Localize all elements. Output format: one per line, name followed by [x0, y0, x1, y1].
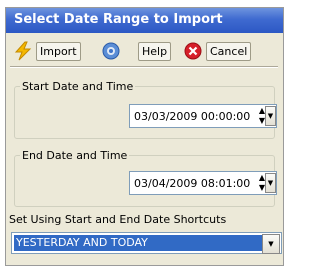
shortcuts-label: Set Using Start and End Date Shortcuts [7, 213, 229, 226]
help-button[interactable]: Help [100, 40, 173, 62]
shortcuts-dropdown-button[interactable]: ▼ [262, 234, 280, 254]
cancel-button[interactable]: Cancel [182, 40, 253, 62]
chevron-down-icon: ▼ [268, 240, 274, 248]
spin-down-icon[interactable]: ▼ [254, 116, 270, 126]
start-group-label: Start Date and Time [20, 80, 136, 93]
import-label: Import [36, 41, 81, 61]
end-datetime-field[interactable] [130, 174, 252, 192]
end-spinner[interactable]: ▲ ▼ [254, 173, 265, 193]
cancel-label: Cancel [206, 41, 252, 61]
window-title: Select Date Range to Import [14, 12, 223, 27]
cancel-icon [182, 40, 204, 62]
end-group-label: End Date and Time [20, 149, 130, 162]
toolbar-divider [10, 66, 278, 68]
help-label: Help [138, 41, 172, 61]
shortcuts-selected-value[interactable]: YESTERDAY AND TODAY [14, 235, 265, 251]
shortcuts-combo[interactable]: YESTERDAY AND TODAY ▼ [11, 232, 282, 254]
end-datetime-picker[interactable]: ▲ ▼ ▼ [129, 171, 277, 195]
help-icon [100, 40, 122, 62]
lightning-icon [12, 40, 34, 62]
import-button[interactable]: Import [12, 40, 83, 62]
start-datetime-picker[interactable]: ▲ ▼ ▼ [129, 104, 277, 128]
spin-down-icon[interactable]: ▼ [254, 183, 270, 193]
spin-up-icon[interactable]: ▲ [254, 106, 270, 116]
dialog-window: Select Date Range to Import Import Help [5, 7, 284, 266]
title-bar[interactable]: Select Date Range to Import [6, 8, 283, 33]
start-datetime-field[interactable] [130, 107, 252, 125]
start-spinner[interactable]: ▲ ▼ [254, 106, 265, 126]
spin-up-icon[interactable]: ▲ [254, 173, 270, 183]
